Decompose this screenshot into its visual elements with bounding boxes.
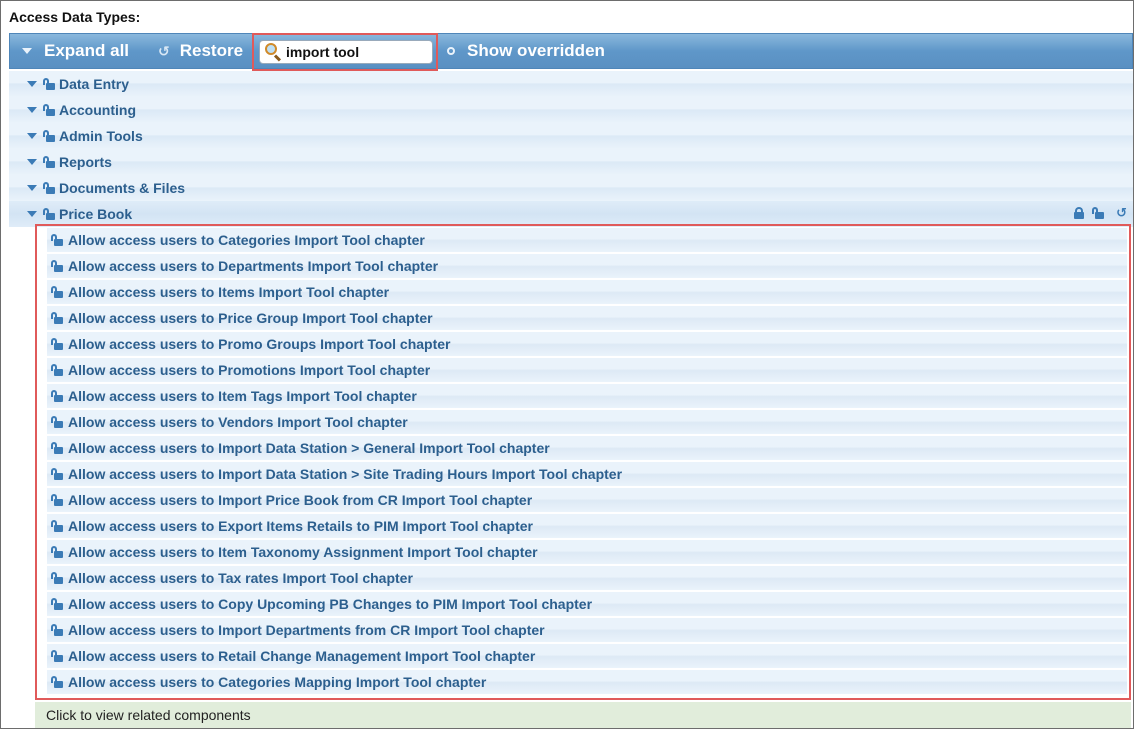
show-overridden-toggle[interactable]: Show overridden (447, 34, 605, 68)
search-icon (262, 41, 284, 63)
list-item-label: Allow access users to Price Group Import… (68, 310, 433, 326)
unlock-icon (43, 78, 55, 90)
list-item[interactable]: Allow access users to Retail Change Mana… (47, 644, 1127, 668)
list-item[interactable]: Allow access users to Categories Mapping… (47, 670, 1127, 694)
unlock-icon (51, 416, 63, 428)
list-item-label: Allow access users to Tax rates Import T… (68, 570, 413, 586)
list-item-label: Allow access users to Promotions Import … (68, 362, 431, 378)
unlock-icon (51, 364, 63, 376)
row-actions: ↺ (1074, 206, 1127, 219)
unlock-icon[interactable] (1092, 207, 1105, 219)
tree-node-admin-tools[interactable]: Admin Tools (9, 123, 1133, 149)
list-item-label: Allow access users to Export Items Retai… (68, 518, 533, 534)
list-item[interactable]: Allow access users to Departments Import… (47, 254, 1127, 278)
unlock-icon (51, 494, 63, 506)
list-item-label: Allow access users to Retail Change Mana… (68, 648, 536, 664)
list-item-label: Allow access users to Departments Import… (68, 258, 439, 274)
list-item[interactable]: Allow access users to Price Group Import… (47, 306, 1127, 330)
list-item[interactable]: Allow access users to Categories Import … (47, 228, 1127, 252)
list-item[interactable]: Allow access users to Import Price Book … (47, 488, 1127, 512)
tree-node-label: Documents & Files (59, 180, 186, 196)
tree-node-label: Accounting (59, 102, 136, 118)
list-item[interactable]: Allow access users to Vendors Import Too… (47, 410, 1127, 434)
tree-node-label: Admin Tools (59, 128, 143, 144)
show-overridden-label: Show overridden (467, 41, 605, 60)
unlock-icon (51, 338, 63, 350)
list-item[interactable]: Allow access users to Item Tags Import T… (47, 384, 1127, 408)
unlock-icon (43, 208, 55, 220)
tree-node-data-entry[interactable]: Data Entry (9, 71, 1133, 97)
unlock-icon (51, 312, 63, 324)
search-input[interactable] (286, 44, 426, 60)
lock-icon[interactable] (1074, 207, 1085, 219)
unlock-icon (51, 260, 63, 272)
expand-all-label: Expand all (44, 41, 130, 60)
related-components-link[interactable]: Click to view related components (35, 702, 1131, 728)
restore-icon[interactable]: ↺ (1116, 206, 1127, 219)
list-item-label: Allow access users to Categories Import … (68, 232, 425, 248)
unlock-icon (43, 156, 55, 168)
list-item-label: Allow access users to Import Data Statio… (68, 440, 550, 456)
list-item[interactable]: Allow access users to Promo Groups Impor… (47, 332, 1127, 356)
unlock-icon (51, 598, 63, 610)
unlock-icon (51, 390, 63, 402)
list-item[interactable]: Allow access users to Export Items Retai… (47, 514, 1127, 538)
price-book-children: Allow access users to Categories Import … (35, 224, 1131, 700)
unlock-icon (51, 546, 63, 558)
unlock-icon (43, 130, 55, 142)
list-item[interactable]: Allow access users to Import Data Statio… (47, 462, 1127, 486)
unlock-icon (51, 650, 63, 662)
search-box (259, 40, 433, 64)
expand-arrow-icon[interactable] (27, 133, 37, 139)
list-item-label: Allow access users to Categories Mapping… (68, 674, 487, 690)
toolbar: Expand all ↺ Restore Show overridden (9, 33, 1133, 69)
list-item[interactable]: Allow access users to Copy Upcoming PB C… (47, 592, 1127, 616)
list-item-label: Allow access users to Import Price Book … (68, 492, 533, 508)
chevron-down-icon (22, 48, 32, 54)
unlock-icon (51, 286, 63, 298)
unlock-icon (43, 182, 55, 194)
tree-node-label: Price Book (59, 206, 133, 222)
list-item-label: Allow access users to Vendors Import Too… (68, 414, 408, 430)
list-item-label: Allow access users to Import Data Statio… (68, 466, 623, 482)
access-data-types-panel: Access Data Types: Expand all ↺ Restore … (0, 0, 1134, 729)
list-item[interactable]: Allow access users to Promotions Import … (47, 358, 1127, 382)
expand-arrow-icon[interactable] (27, 211, 37, 217)
unlock-icon (51, 442, 63, 454)
list-item-label: Allow access users to Copy Upcoming PB C… (68, 596, 593, 612)
list-item[interactable]: Allow access users to Item Taxonomy Assi… (47, 540, 1127, 564)
tree-node-documents-files[interactable]: Documents & Files (9, 175, 1133, 201)
tree-node-reports[interactable]: Reports (9, 149, 1133, 175)
page-title: Access Data Types: (9, 9, 141, 25)
unlock-icon (51, 468, 63, 480)
unlock-icon (51, 624, 63, 636)
tree-node-label: Data Entry (59, 76, 130, 92)
list-item-label: Allow access users to Item Taxonomy Assi… (68, 544, 538, 560)
search-highlight (252, 33, 438, 71)
restore-icon: ↺ (158, 42, 170, 59)
expand-arrow-icon[interactable] (27, 185, 37, 191)
list-item-label: Allow access users to Import Departments… (68, 622, 545, 638)
unlock-icon (51, 520, 63, 532)
unlock-icon (51, 676, 63, 688)
expand-arrow-icon[interactable] (27, 159, 37, 165)
expand-arrow-icon[interactable] (27, 107, 37, 113)
restore-button[interactable]: ↺ Restore (158, 34, 243, 68)
list-item[interactable]: Allow access users to Import Data Statio… (47, 436, 1127, 460)
tree-node-accounting[interactable]: Accounting (9, 97, 1133, 123)
expand-arrow-icon[interactable] (27, 81, 37, 87)
list-item-label: Allow access users to Promo Groups Impor… (68, 336, 451, 352)
list-item[interactable]: Allow access users to Tax rates Import T… (47, 566, 1127, 590)
expand-all-button[interactable]: Expand all (22, 34, 129, 68)
list-item-label: Allow access users to Items Import Tool … (68, 284, 390, 300)
restore-label: Restore (179, 41, 244, 60)
unlock-icon (51, 572, 63, 584)
unlock-icon (43, 104, 55, 116)
radio-circle-icon (447, 47, 455, 55)
unlock-icon (51, 234, 63, 246)
tree-node-label: Reports (59, 154, 112, 170)
list-item[interactable]: Allow access users to Items Import Tool … (47, 280, 1127, 304)
list-item[interactable]: Allow access users to Import Departments… (47, 618, 1127, 642)
list-item-label: Allow access users to Item Tags Import T… (68, 388, 417, 404)
